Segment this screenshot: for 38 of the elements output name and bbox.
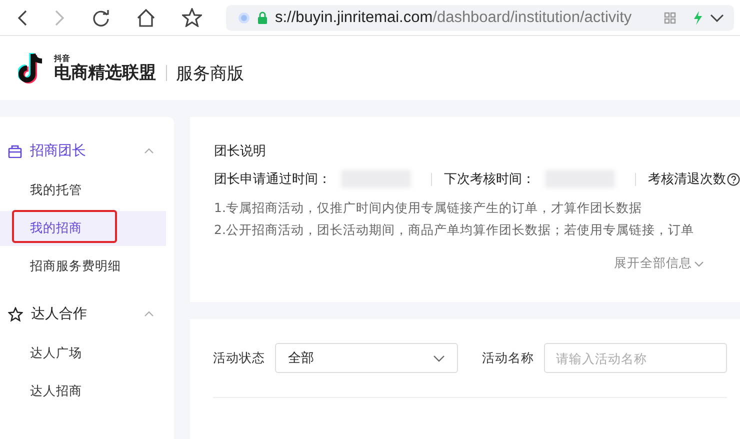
bookmark-star-icon[interactable]: [182, 8, 202, 27]
address-bar[interactable]: s://buyin.jinritemai.com/dashboard/institution/activity: [226, 4, 734, 30]
lock-icon: [257, 11, 268, 24]
menu-item[interactable]: 达人招商: [30, 383, 82, 400]
dropdown-chevron-icon[interactable]: [710, 14, 724, 22]
section-title: 团长说明: [214, 143, 267, 160]
brand-subtitle: 抖音: [54, 54, 70, 62]
name-input-field[interactable]: 请输入活动名称: [544, 343, 727, 373]
expand-link[interactable]: 展开全部信息: [614, 255, 692, 272]
status-select[interactable]: 全部: [275, 343, 458, 373]
menu-item[interactable]: 我的托管: [30, 182, 82, 199]
star-icon: [8, 306, 23, 322]
filter-label: 活动名称: [482, 350, 534, 366]
back-icon[interactable]: [16, 8, 28, 26]
note-text: 2.公开招商活动，团长活动期间，商品产单均算作团长数据；若使用专属链接，订单: [214, 221, 695, 239]
qr-code-icon[interactable]: [664, 12, 676, 24]
edition-label: 服务商版: [176, 62, 244, 84]
reload-icon[interactable]: [92, 8, 110, 26]
help-icon: [727, 172, 740, 186]
url-text: s://buyin.jinritemai.com/dashboard/institution/activity: [275, 8, 633, 26]
menu-item[interactable]: 达人广场: [30, 345, 82, 362]
briefcase-icon: [8, 144, 22, 158]
field-label: 团长申请通过时间：: [214, 171, 331, 188]
home-icon[interactable]: [136, 8, 156, 26]
menu-item[interactable]: 我的招商: [30, 220, 82, 237]
chevron-down-icon: [433, 354, 445, 362]
field-label: 下次考核时间：: [444, 171, 535, 188]
menu-item[interactable]: 招商服务费明细: [30, 258, 121, 275]
note-text: 1.专属招商活动，仅推广时间内使用专属链接产生的订单，才算作团长数据: [214, 199, 643, 217]
collapse-chevron-icon: [144, 148, 154, 154]
menu-group[interactable]: 达人合作: [0, 302, 174, 326]
menu-group[interactable]: 招商团长: [0, 139, 174, 163]
field-label: 考核清退次数: [648, 171, 726, 188]
collapse-chevron-icon: [144, 311, 154, 317]
filter-label: 活动状态: [213, 350, 265, 366]
chevron-down-icon: [694, 260, 704, 266]
site-icon: [238, 12, 250, 24]
brand-name: 电商精选联盟: [54, 62, 156, 82]
